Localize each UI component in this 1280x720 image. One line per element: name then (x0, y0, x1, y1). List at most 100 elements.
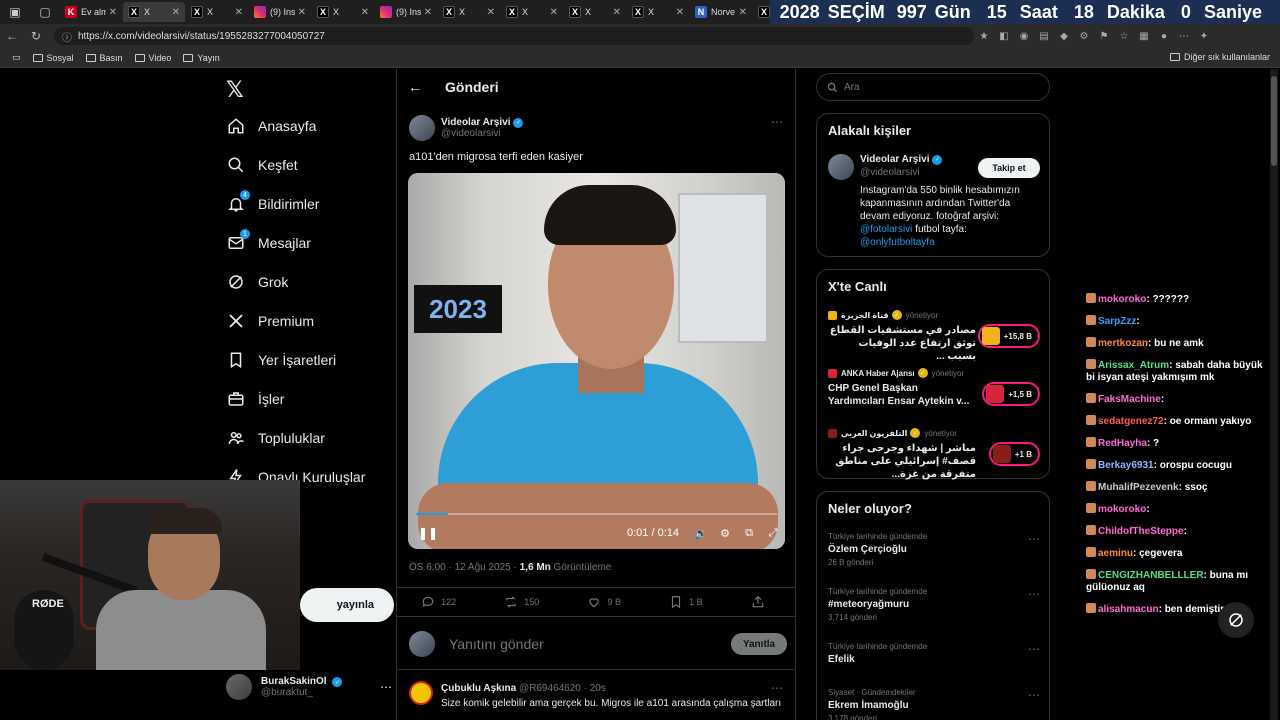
chat-username[interactable]: CENGIZHANBELLLER (1098, 570, 1204, 581)
more-icon[interactable]: ⋯ (1028, 532, 1040, 546)
extension-icon[interactable]: ◆ (1054, 31, 1074, 42)
fullscreen-icon[interactable]: ⤢ (761, 527, 785, 540)
live-listeners-pill[interactable]: +15,8 B (977, 324, 1040, 348)
repost-action[interactable]: 150 (504, 595, 539, 609)
reply-button[interactable]: Yanıtla (731, 633, 787, 655)
reload-icon[interactable]: ↻ (24, 29, 48, 43)
extension-icon[interactable]: ◉ (1014, 31, 1034, 42)
search-box[interactable] (816, 73, 1050, 101)
close-tab-icon[interactable]: ✕ (235, 7, 243, 18)
pause-icon[interactable]: ❚❚ (418, 526, 438, 540)
close-tab-icon[interactable]: ✕ (424, 7, 432, 18)
nav-item-premium[interactable]: Premium (226, 311, 314, 331)
follow-button[interactable]: Takip et (978, 158, 1040, 178)
volume-icon[interactable]: 🔉 (689, 527, 713, 540)
chat-username[interactable]: RedHayha (1098, 438, 1147, 449)
grok-chat-icon[interactable] (1218, 602, 1254, 638)
extension-icon[interactable]: ⚑ (1094, 31, 1114, 42)
live-item[interactable]: ANKA Haber Ajansı ✓ yönetiyor CHP Genel Baş… (828, 368, 1040, 418)
bookmark-folder[interactable]: Yayın (183, 53, 220, 63)
more-icon[interactable]: ⋯ (1174, 31, 1194, 42)
post-button[interactable]: yayınla (300, 588, 394, 622)
browser-tab[interactable]: XX ✕ (564, 2, 626, 22)
post-timestamp[interactable]: ÖS 6:00 · 12 Ağu 2025 · (409, 562, 520, 573)
close-tab-icon[interactable]: ✕ (109, 7, 117, 18)
chat-username[interactable]: MuhalifPezevenk (1098, 482, 1179, 493)
more-icon[interactable]: ⋯ (1028, 642, 1040, 656)
trend-item[interactable]: Türkiye tarihinde gündemde #meteoryağmuru… (828, 587, 1040, 622)
back-arrow-icon[interactable]: ← (397, 79, 433, 95)
avatar[interactable] (409, 115, 435, 141)
chat-username[interactable]: mertkozan (1098, 338, 1148, 349)
close-tab-icon[interactable]: ✕ (676, 7, 684, 18)
chat-username[interactable]: SarpZzz (1098, 316, 1136, 327)
search-input[interactable] (844, 81, 1024, 93)
avatar[interactable] (828, 154, 854, 180)
extension-icon[interactable]: ⚙ (1074, 31, 1094, 42)
browser-tab[interactable]: XX ✕ (627, 2, 689, 22)
reply-action[interactable]: 122 (421, 595, 456, 609)
close-tab-icon[interactable]: ✕ (613, 7, 621, 18)
author-name[interactable]: Videolar Arşivi (441, 117, 510, 128)
browser-tab[interactable]: XX ✕ (312, 2, 374, 22)
chat-username[interactable]: alisahmacun (1098, 604, 1159, 615)
trend-item[interactable]: Türkiye tarihinde gündemde Efelik ⋯ (828, 642, 1040, 668)
close-tab-icon[interactable]: ✕ (172, 7, 180, 18)
chat-username[interactable]: ChildofTheSteppe (1098, 526, 1184, 537)
bio-link[interactable]: @onlyfutboltayfa (860, 237, 935, 248)
info-icon[interactable]: ⓘ (62, 29, 72, 44)
extension-icon[interactable]: ▤ (1034, 31, 1054, 42)
close-tab-icon[interactable]: ✕ (739, 7, 747, 18)
more-icon[interactable]: ⋯ (1028, 688, 1040, 702)
extension-icon[interactable]: ◧ (994, 31, 1014, 42)
nav-item-yer-i̇şaretleri[interactable]: Yer İşaretleri (226, 350, 336, 370)
chat-username[interactable]: FaksMachine (1098, 394, 1161, 405)
chat-username[interactable]: aeminu (1098, 548, 1133, 559)
favorites-icon[interactable]: ☆ (1114, 31, 1134, 42)
url-field[interactable]: ⓘ https://x.com/videolarsivi/status/1955… (54, 27, 974, 45)
bookmarks-toggle-icon[interactable]: ▭ (12, 52, 21, 63)
share-action[interactable] (751, 595, 771, 609)
chat-username[interactable]: mokoroko (1098, 294, 1146, 305)
close-tab-icon[interactable]: ✕ (550, 7, 558, 18)
live-listeners-pill[interactable]: +1,5 B (982, 382, 1040, 406)
favorite-star-icon[interactable]: ★ (974, 31, 994, 42)
more-icon[interactable]: ⋯ (771, 681, 783, 695)
live-item[interactable]: التلفزيون العربي ✓ yönetiyor مباشر | شهداء … (828, 428, 1040, 480)
reply-tweet[interactable]: Çubuklu Aşkına @R69464620 · 20s ⋯ Size k… (409, 679, 787, 719)
other-bookmarks[interactable]: Diğer sık kullanılanlar (1169, 52, 1270, 62)
video-player[interactable]: 2023 ❚❚ 0:01 / 0:14 🔉 ⚙ ⧉ ⤢ (408, 173, 785, 549)
picture-in-picture-icon[interactable]: ⧉ (737, 527, 761, 540)
browser-tab[interactable]: XX ✕ (501, 2, 563, 22)
nav-item-anasayfa[interactable]: Anasayfa (226, 116, 316, 136)
back-arrow-icon[interactable]: ← (0, 29, 24, 43)
close-tab-icon[interactable]: ✕ (298, 7, 306, 18)
nav-item-mesajlar[interactable]: 1 Mesajlar (226, 229, 311, 253)
reply-author-name[interactable]: Çubuklu Aşkına (441, 683, 516, 694)
live-item[interactable]: قناة الجزيرة ✓ yönetiyor مصادر في مستشفيات … (828, 310, 1040, 362)
bookmark-folder[interactable]: Basın (85, 53, 123, 63)
reply-input[interactable] (449, 636, 731, 652)
like-action[interactable]: 9 B (587, 595, 621, 609)
scrollbar-thumb[interactable] (1271, 76, 1277, 166)
browser-tab[interactable]: K Ev alm ✕ (60, 2, 122, 22)
copilot-icon[interactable]: ✦ (1194, 31, 1214, 42)
collections-icon[interactable]: ▦ (1134, 31, 1154, 42)
bio-link[interactable]: @fotolarsivi (860, 224, 912, 235)
window-menu-icon[interactable]: ▣ (0, 0, 30, 24)
scrollbar[interactable] (1270, 69, 1278, 720)
bookmark-action[interactable]: 1 B (669, 595, 703, 609)
bookmark-folder[interactable]: Video (134, 53, 171, 63)
browser-tab[interactable]: XX ✕ (123, 2, 185, 22)
profile-avatar[interactable]: ● (1154, 31, 1174, 42)
live-listeners-pill[interactable]: +1 B (988, 442, 1040, 466)
settings-gear-icon[interactable]: ⚙ (713, 527, 737, 540)
more-icon[interactable]: ⋯ (380, 680, 392, 694)
related-name[interactable]: Videolar Arşivi (860, 154, 929, 165)
more-icon[interactable]: ⋯ (771, 115, 783, 129)
close-tab-icon[interactable]: ✕ (487, 7, 495, 18)
chat-username[interactable]: Arissax_Atrum (1098, 360, 1169, 371)
video-progress-bar[interactable] (416, 513, 777, 515)
browser-tab[interactable]: (9) Ins ✕ (375, 2, 437, 22)
nav-item-bildirimler[interactable]: 4 Bildirimler (226, 190, 319, 214)
